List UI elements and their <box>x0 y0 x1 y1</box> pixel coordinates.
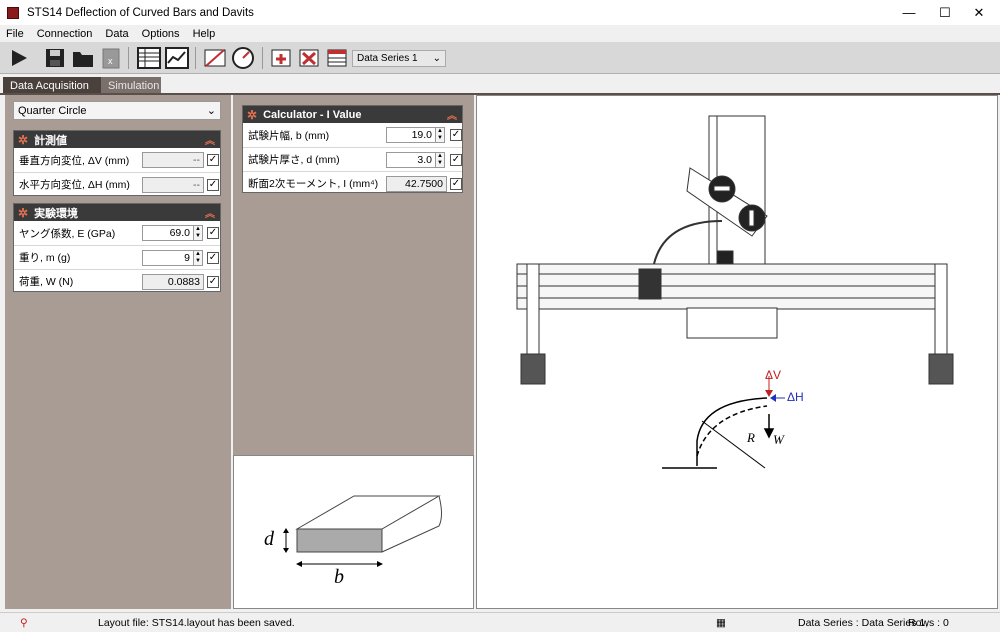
status-message: Layout file: STS14.layout has been saved… <box>98 617 295 629</box>
chevron-down-icon: ⌄ <box>206 105 216 117</box>
data-series-select[interactable]: Data Series 1 ⌄ <box>352 50 446 67</box>
collapse-icon[interactable]: ︽ <box>205 205 215 220</box>
spinner[interactable]: ▲ ▼ <box>193 225 203 241</box>
calculator-group: ✲ Calculator - I Value ︽ 試験片幅, b (mm) 19.0… <box>242 105 463 193</box>
moment-row: 断面2次モーメント, I (mm⁴) 42.7500 ✓ <box>243 171 462 195</box>
chevron-down-icon: ⌄ <box>432 53 441 64</box>
checkbox[interactable]: ✓ <box>207 251 219 264</box>
menu-bar: File Connection Data Options Help <box>0 25 1000 42</box>
add-series-icon[interactable] <box>268 45 294 71</box>
calculator-icon: ▦ <box>716 617 726 629</box>
environment-group: ✲ 実験環境 ︽ ヤング係数, E (GPa) 69.0 ▲ ▼ ✓ 重り, m (g… <box>13 203 221 292</box>
graph-icon[interactable] <box>164 45 190 71</box>
vertical-displacement-row: 垂直方向変位, ΔV (mm) -- ✓ <box>19 152 219 168</box>
clear-table-icon[interactable] <box>202 45 228 71</box>
group-header: ✲ 計測値 ︽ <box>14 131 220 148</box>
radius-label: R <box>747 430 755 445</box>
status-bar: ⚲ Layout file: STS14.layout has been sav… <box>0 612 1000 632</box>
load-row: 荷重, W (N) 0.0883 ✓ <box>14 269 220 293</box>
collapse-icon[interactable]: ︽ <box>447 107 457 122</box>
menu-help[interactable]: Help <box>193 28 216 40</box>
thickness-input[interactable]: 3.0 <box>386 151 436 168</box>
window-title: STS14 Deflection of Curved Bars and Davi… <box>27 6 254 19</box>
spinner[interactable]: ▲ ▼ <box>435 127 445 143</box>
load-value: 0.0883 <box>142 273 204 290</box>
toolbar: x <box>0 42 1000 74</box>
label-d: d <box>264 528 274 550</box>
spinner[interactable]: ▲ ▼ <box>435 151 445 168</box>
save-icon[interactable] <box>42 45 68 71</box>
group-header: ✲ Calculator - I Value ︽ <box>243 106 462 123</box>
mass-input[interactable]: 9 <box>142 249 194 266</box>
checkbox[interactable]: ✓ <box>450 129 462 141</box>
youngs-modulus-input[interactable]: 69.0 <box>142 225 194 241</box>
tab-data-acquisition[interactable]: Data Acquisition <box>3 77 101 94</box>
measured-group: ✲ 計測値 ︽ 垂直方向変位, ΔV (mm) -- ✓ 水平方向変位, ΔH (m… <box>13 130 221 196</box>
youngs-modulus-row: ヤング係数, E (GPa) 69.0 ▲ ▼ ✓ <box>19 225 219 241</box>
weight-label: W <box>773 432 784 447</box>
checkbox[interactable]: ✓ <box>207 275 219 288</box>
maximize-button[interactable]: ☐ <box>928 0 962 25</box>
gear-icon: ✲ <box>247 107 258 122</box>
spinner[interactable]: ▲ ▼ <box>193 249 203 266</box>
apparatus-diagram: ΔV ΔH R W <box>476 95 998 609</box>
menu-options[interactable]: Options <box>142 28 180 40</box>
thickness-row: 試験片厚さ, d (mm) 3.0 ▲ ▼ ✓ <box>243 147 462 171</box>
horizontal-displacement-row: 水平方向変位, ΔH (mm) -- ✓ <box>14 172 220 196</box>
minimize-button[interactable]: — <box>892 0 926 25</box>
gauge-icon[interactable] <box>230 45 256 71</box>
svg-text:x: x <box>108 56 113 66</box>
group-header: ✲ 実験環境 ︽ <box>14 204 220 221</box>
tab-simulation[interactable]: Simulation <box>101 77 161 94</box>
delete-series-icon[interactable] <box>296 45 322 71</box>
apparatus-illustration <box>516 115 954 469</box>
delta-v-label: ΔV <box>765 368 782 382</box>
cross-section-diagram: d b <box>233 455 474 609</box>
menu-connection[interactable]: Connection <box>37 28 93 40</box>
shape-select[interactable]: Quarter Circle ⌄ <box>13 101 221 120</box>
checkbox[interactable]: ✓ <box>450 177 462 190</box>
menu-data[interactable]: Data <box>105 28 128 40</box>
play-icon[interactable] <box>6 45 32 71</box>
gear-icon: ✲ <box>18 132 29 147</box>
width-row: 試験片幅, b (mm) 19.0 ▲ ▼ ✓ <box>248 127 462 143</box>
delta-h-label: ΔH <box>787 390 804 404</box>
app-icon <box>7 6 19 19</box>
label-b: b <box>334 566 344 588</box>
export-excel-icon[interactable]: x <box>98 45 124 71</box>
checkbox[interactable]: ✓ <box>207 178 219 191</box>
usb-icon: ⚲ <box>20 617 28 629</box>
mass-row: 重り, m (g) 9 ▲ ▼ ✓ <box>14 245 220 269</box>
collapse-icon[interactable]: ︽ <box>205 132 215 147</box>
status-rows: Rows : 0 <box>908 617 949 629</box>
checkbox[interactable]: ✓ <box>207 154 219 166</box>
width-input[interactable]: 19.0 <box>386 127 436 143</box>
menu-file[interactable]: File <box>6 28 24 40</box>
table-icon[interactable] <box>136 45 162 71</box>
tab-bar: Data Acquisition Simulation <box>0 75 1000 94</box>
title-bar: STS14 Deflection of Curved Bars and Davi… <box>0 0 1000 25</box>
checkbox[interactable]: ✓ <box>450 153 462 166</box>
close-button[interactable]: ✕ <box>962 0 996 25</box>
vertical-displacement-value: -- <box>142 152 204 168</box>
moment-value: 42.7500 <box>386 175 447 192</box>
checkbox[interactable]: ✓ <box>207 227 219 239</box>
horizontal-displacement-value: -- <box>142 176 204 193</box>
open-folder-icon[interactable] <box>70 45 96 71</box>
series-table-icon[interactable] <box>324 45 350 71</box>
gear-icon: ✲ <box>18 205 29 220</box>
